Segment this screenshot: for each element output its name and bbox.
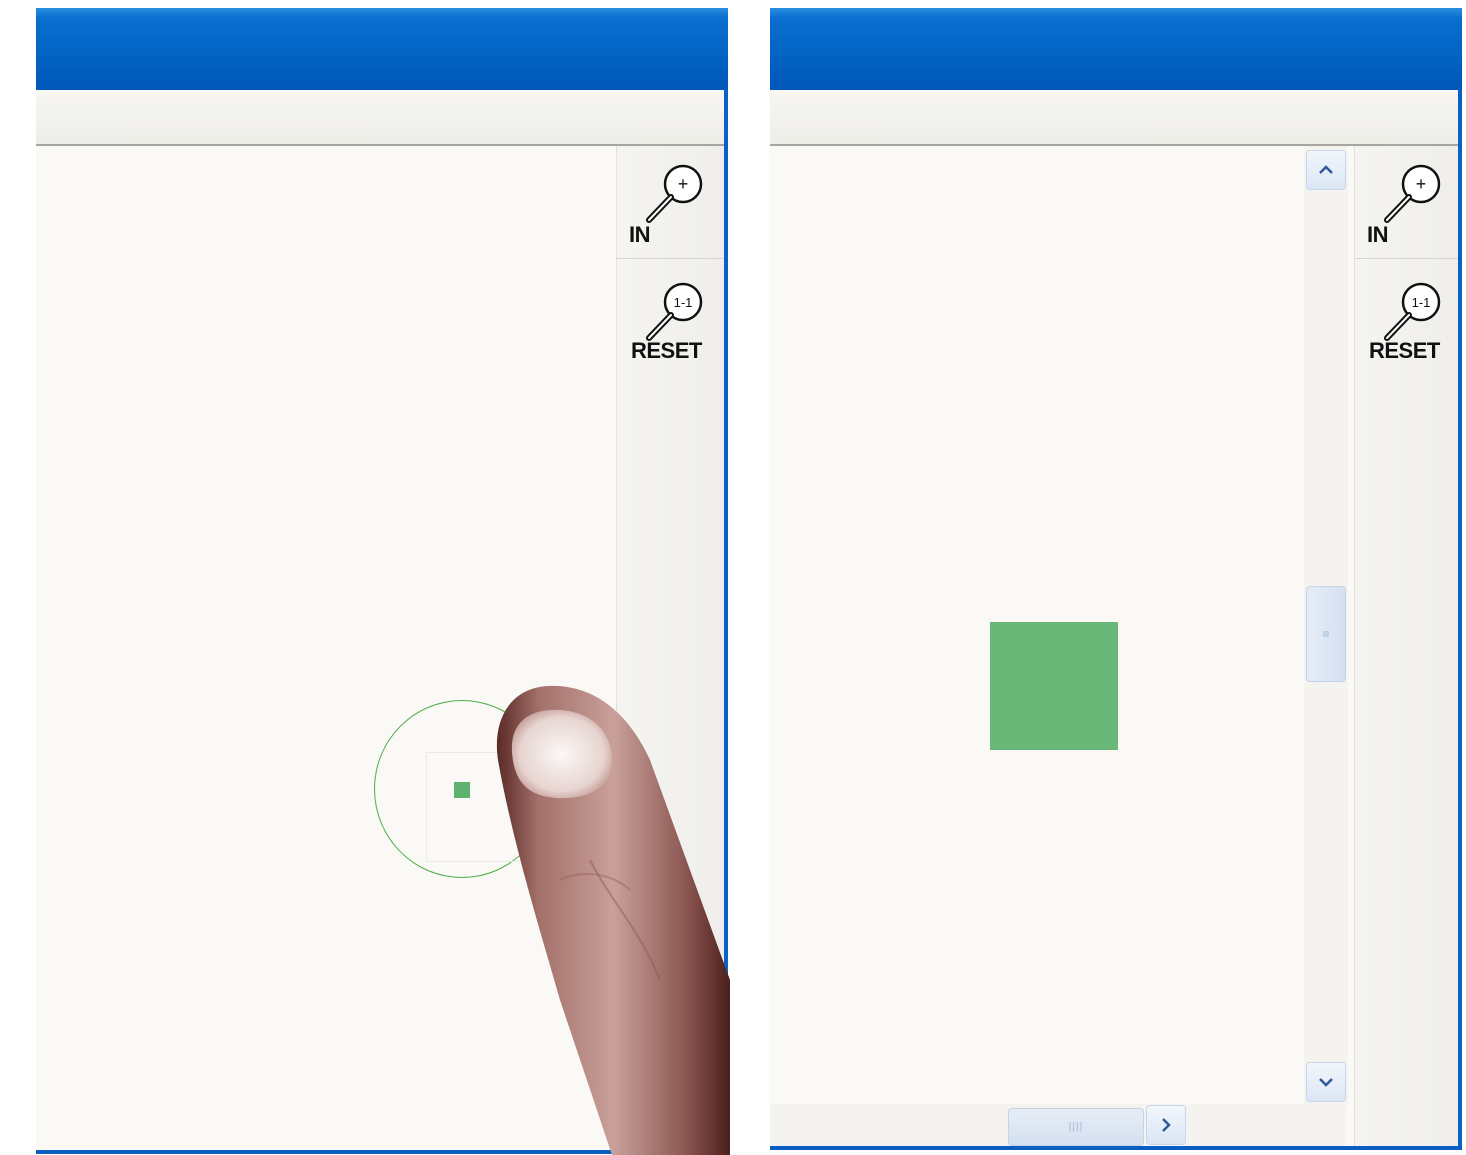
right-window: ≡ |||| + IN 1-1 RESET	[770, 8, 1462, 1150]
magnifier-reset-icon: 1-1	[1384, 282, 1441, 341]
scroll-down-button[interactable]	[1306, 1062, 1346, 1102]
zoom-region-frame	[426, 752, 550, 862]
chevron-up-icon	[1319, 165, 1333, 174]
chevron-down-icon	[1319, 1078, 1333, 1087]
horizontal-scrollbar[interactable]: ||||	[770, 1104, 1346, 1146]
canvas[interactable]	[770, 146, 1346, 1146]
grip-icon: ≡	[1322, 627, 1330, 641]
target-square[interactable]	[454, 782, 470, 798]
zoom-reset-label: RESET	[1369, 338, 1440, 363]
title-bar	[36, 8, 728, 90]
scroll-up-button[interactable]	[1306, 150, 1346, 190]
svg-text:+: +	[678, 174, 689, 194]
zoom-sidebar: + IN 1-1 RESET	[616, 146, 724, 1150]
magnifier-plus-icon: +	[1384, 164, 1441, 223]
toolbar-strip	[770, 90, 1462, 146]
zoom-in-button[interactable]: + IN	[617, 146, 724, 259]
zoom-in-button[interactable]: + IN	[1355, 146, 1458, 259]
chevron-right-icon	[1162, 1118, 1171, 1132]
window-border	[724, 90, 728, 1154]
grip-icon: ||||	[1068, 1121, 1084, 1133]
zoom-in-label: IN	[629, 222, 651, 247]
window-border	[1458, 90, 1462, 1150]
svg-text:1-1: 1-1	[1412, 295, 1431, 310]
vertical-scroll-thumb[interactable]: ≡	[1306, 586, 1346, 682]
left-window: + IN 1-1 RESET	[36, 8, 728, 1154]
zoom-in-label: IN	[1367, 222, 1389, 247]
vertical-scrollbar[interactable]: ≡	[1304, 146, 1348, 1106]
window-border	[770, 1146, 1462, 1150]
svg-text:+: +	[1416, 174, 1427, 194]
horizontal-scroll-thumb[interactable]: ||||	[1008, 1108, 1144, 1146]
canvas[interactable]	[36, 146, 620, 1150]
zoom-reset-button[interactable]: 1-1 RESET	[617, 264, 724, 376]
zoom-reset-label: RESET	[631, 338, 702, 363]
magnifier-reset-icon: 1-1	[646, 282, 703, 341]
zoom-reset-button[interactable]: 1-1 RESET	[1355, 264, 1458, 376]
title-bar	[770, 8, 1462, 90]
toolbar-strip	[36, 90, 728, 146]
zoom-sidebar: + IN 1-1 RESET	[1354, 146, 1458, 1146]
scroll-right-button[interactable]	[1146, 1105, 1186, 1145]
svg-text:1-1: 1-1	[674, 295, 693, 310]
window-border	[36, 1150, 728, 1154]
magnifier-plus-icon: +	[646, 164, 703, 223]
target-square-zoomed[interactable]	[990, 622, 1118, 750]
